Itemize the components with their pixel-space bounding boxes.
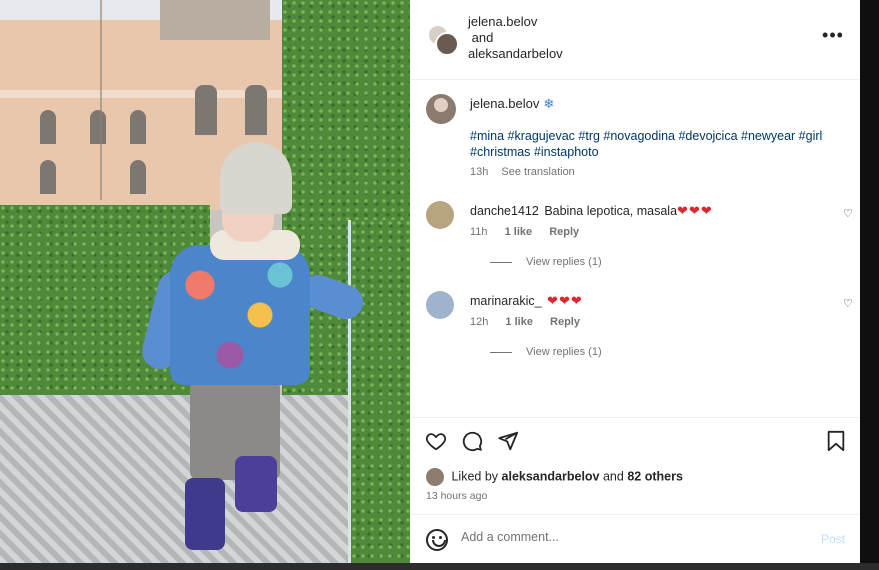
bookmark-icon[interactable] [824,430,848,454]
header-joiner: and [471,30,494,45]
emoji-icon[interactable] [426,529,448,551]
heart-icon[interactable] [424,430,448,454]
photo-child [170,245,310,385]
backdrop [0,563,879,570]
post-timestamp: 13 hours ago [426,490,488,502]
heart-emoji: ❤❤❤ [677,203,713,218]
post-details-panel: jelena.belov and aleksandarbelov ••• jel… [410,0,860,563]
avatar[interactable] [426,468,444,486]
header-username-2[interactable]: aleksandarbelov [468,46,563,62]
likes-username[interactable]: aleksandarbelov [502,469,600,483]
more-options-icon[interactable]: ••• [820,26,846,50]
see-translation-link[interactable]: See translation [501,166,574,178]
comment-likes[interactable]: 1 like [505,226,533,238]
comment-likes[interactable]: 1 like [505,316,533,328]
heart-emoji: ❤❤❤ [547,293,583,308]
photo-hedge [348,220,410,563]
caption-hashtags[interactable]: #mina #kragujevac #trg #novagodina #devo… [470,128,840,160]
caption-username[interactable]: jelena.belov [470,96,539,111]
backdrop [860,0,879,570]
comment-username[interactable]: danche1412 [470,204,539,218]
view-replies-button[interactable]: View replies (1) [490,346,602,358]
likes-summary: Liked by aleksandarbelov and 82 others [426,468,683,486]
reply-button[interactable]: Reply [549,226,579,238]
collab-avatar[interactable] [427,24,459,56]
comment-text: Babina lepotica, masala [544,204,678,218]
avatar[interactable] [426,94,456,124]
add-comment-bar: Post [410,514,860,563]
caption-time: 13h [470,166,489,178]
share-icon[interactable] [496,430,520,454]
comment-icon[interactable] [460,430,484,454]
comment-time: 11h [470,226,488,238]
comment-like-icon[interactable]: ♡ [843,207,853,220]
comment-time: 12h [470,316,489,328]
photo-floor [0,395,350,563]
header-username-1[interactable]: jelena.belov [468,14,563,30]
actions-divider [410,417,860,418]
snowflake-icon: ❄ [543,96,555,111]
comment-input[interactable] [461,530,801,544]
post-header: jelena.belov and aleksandarbelov ••• [410,0,860,80]
avatar[interactable] [426,291,454,319]
avatar[interactable] [426,201,454,229]
view-replies-button[interactable]: View replies (1) [490,256,602,268]
collab-names: jelena.belov and aleksandarbelov [468,14,563,62]
likes-others[interactable]: 82 others [627,469,683,483]
post-button[interactable]: Post [821,532,845,546]
reply-button[interactable]: Reply [550,316,580,328]
comment-username[interactable]: marinarakic_ [470,294,542,308]
comment-like-icon[interactable]: ♡ [843,297,853,310]
post-photo[interactable] [0,0,410,563]
